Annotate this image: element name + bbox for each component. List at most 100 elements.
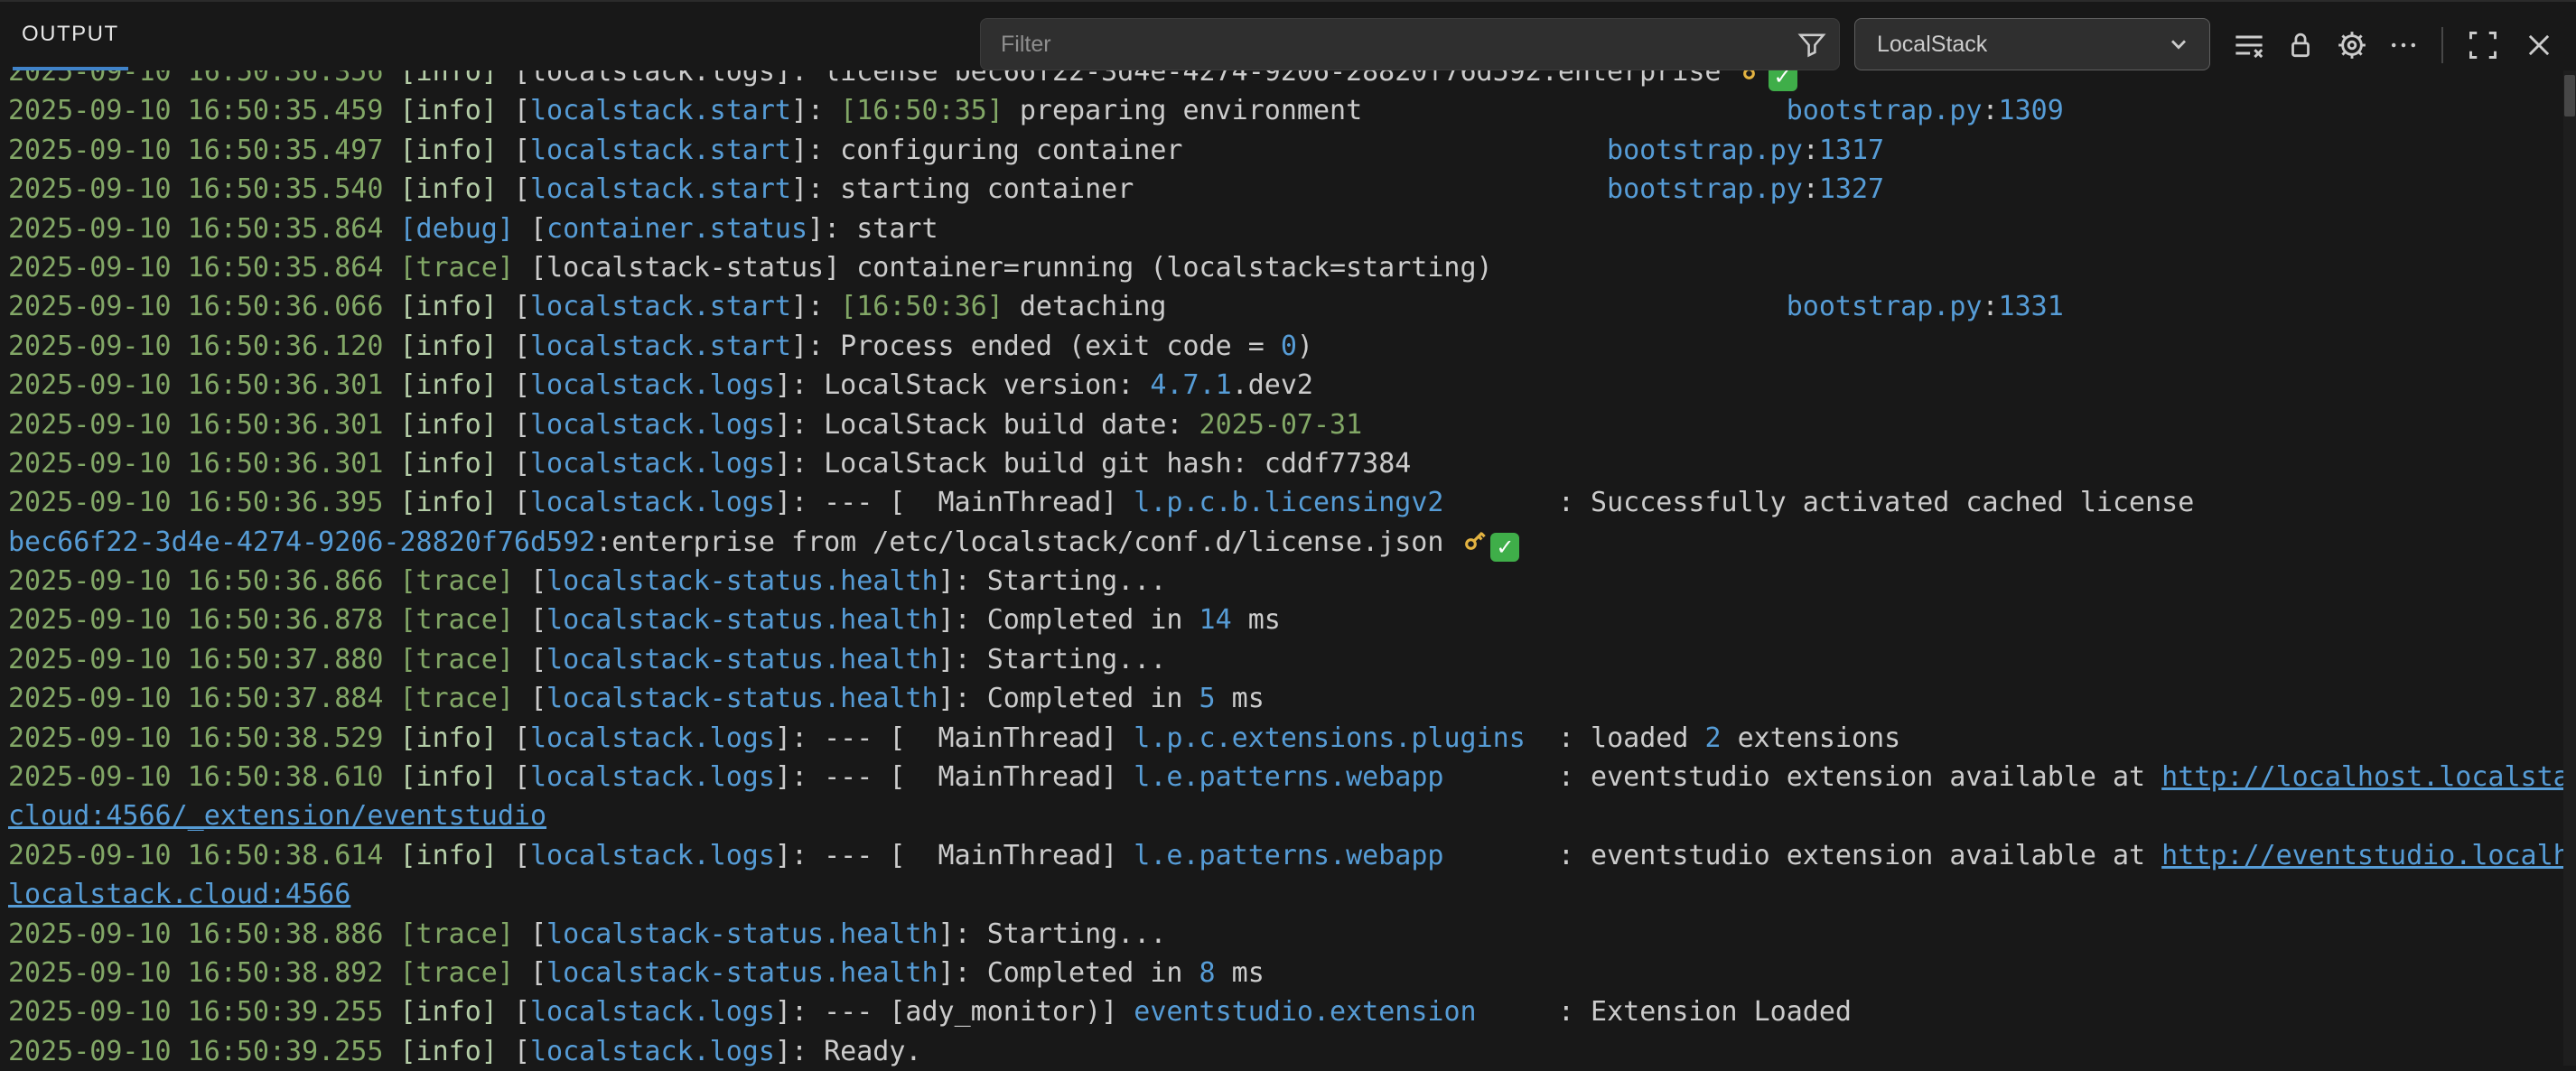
log-segment-blue: l.e.patterns.webapp	[1134, 761, 1443, 793]
log-segment-ts: 2025-09-10 16:50:36.878	[8, 604, 399, 636]
log-segment-url[interactable]: http://eventstudio.localhost.	[2161, 840, 2576, 871]
log-segment-trace: [trace]	[399, 644, 530, 675]
log-segment-file[interactable]: 1327	[1819, 173, 1884, 205]
output-panel: 2025-09-10 16:50:36.356 [info] [localsta…	[0, 0, 2576, 1066]
clear-output-icon	[2233, 29, 2265, 61]
chevron-down-icon	[2161, 26, 2197, 62]
vertical-scrollbar[interactable]	[2563, 70, 2576, 1066]
log-segment-plain: ]: start	[807, 213, 938, 245]
log-line: localstack.cloud:4566	[8, 875, 2563, 914]
log-segment-plain: ms	[1232, 604, 1281, 636]
log-line: 2025-09-10 16:50:36.301 [info] [localsta…	[8, 444, 2563, 483]
close-panel-button[interactable]	[2518, 24, 2560, 66]
log-segment-ts: 2025-09-10 16:50:35.864	[8, 252, 399, 284]
scrollbar-thumb[interactable]	[2564, 75, 2575, 116]
log-segment-plain: ]: Starting...	[938, 644, 1167, 675]
log-line: cloud:4566/_extension/eventstudio	[8, 796, 2563, 835]
log-segment-url[interactable]: http://localhost.localstack.	[2161, 761, 2576, 793]
log-segment-info: [info]	[399, 409, 513, 441]
log-segment-blue: localstack.logs	[530, 409, 775, 441]
log-segment-plain: [	[514, 1036, 530, 1067]
log-segment-file[interactable]: 1331	[1999, 291, 2064, 322]
log-segment-ts: 2025-09-10 16:50:37.880	[8, 644, 399, 675]
maximize-panel-button[interactable]	[2462, 24, 2504, 66]
log-segment-plain: ]: Starting...	[938, 565, 1167, 597]
log-segment-plain: [	[514, 95, 530, 126]
close-icon	[2523, 29, 2555, 61]
log-segment-ts: 2025-09-10 16:50:35.540	[8, 173, 399, 205]
log-line: 2025-09-10 16:50:35.540 [info] [localsta…	[8, 170, 2563, 209]
log-line: 2025-09-10 16:50:36.395 [info] [localsta…	[8, 483, 2563, 522]
log-segment-trace: [trace]	[399, 957, 530, 989]
log-segment-blue: localstack.start	[530, 331, 791, 362]
log-segment-blue: bec66f22-3d4e-4274-9206-28820f76d592	[8, 526, 595, 558]
log-segment-blue: localstack.logs	[530, 369, 775, 401]
log-segment-plain: [	[514, 369, 530, 401]
log-line: 2025-09-10 16:50:36.066 [info] [localsta…	[8, 287, 2563, 326]
log-segment-ts: 2025-09-10 16:50:38.529	[8, 722, 399, 754]
log-segment-ts: 2025-09-10 16:50:36.301	[8, 369, 399, 401]
log-segment-blue: localstack.start	[530, 291, 791, 322]
log-segment-blue: localstack.start	[530, 95, 791, 126]
tab-output[interactable]: OUTPUT	[13, 2, 128, 70]
log-segment-num: 5	[1199, 683, 1216, 714]
log-segment-plain: )	[1297, 331, 1313, 362]
log-segment-file[interactable]: 1309	[1999, 95, 2064, 126]
log-line: bec66f22-3d4e-4274-9206-28820f76d592:ent…	[8, 523, 2563, 562]
log-line: 2025-09-10 16:50:35.864 [debug] [contain…	[8, 210, 2563, 248]
log-segment-file[interactable]: bootstrap.py	[1607, 173, 1803, 205]
log-segment-plain: [	[514, 487, 530, 518]
log-segment-file[interactable]: bootstrap.py	[1607, 135, 1803, 166]
settings-button[interactable]	[2331, 24, 2373, 66]
log-segment-plain: ]: starting container	[791, 173, 1607, 205]
log-line: 2025-09-10 16:50:37.880 [trace] [localst…	[8, 640, 2563, 679]
log-line: 2025-09-10 16:50:36.866 [trace] [localst…	[8, 562, 2563, 601]
log-segment-plain: [	[530, 213, 546, 245]
log-line: 2025-09-10 16:50:36.301 [info] [localsta…	[8, 405, 2563, 444]
log-segment-plain: ]: --- [ady_monitor)]	[775, 996, 1134, 1028]
log-segment-plain: [	[514, 761, 530, 793]
filter-input[interactable]	[981, 32, 1792, 58]
log-segment-ts: 2025-09-10 16:50:35.864	[8, 213, 399, 245]
log-segment-url[interactable]: cloud:4566/_extension/eventstudio	[8, 800, 546, 832]
log-segment-info: [info]	[399, 331, 513, 362]
log-segment-plain: [	[530, 683, 546, 714]
channel-dropdown[interactable]: LocalStack	[1854, 18, 2210, 70]
log-segment-plain: ]: --- [ MainThread]	[775, 761, 1134, 793]
log-segment-file[interactable]: bootstrap.py	[1787, 95, 1983, 126]
log-segment-plain: :	[1803, 135, 1819, 166]
log-segment-info: [info]	[399, 135, 513, 166]
log-segment-plain: ]: Completed in	[938, 683, 1199, 714]
log-segment-plain: [	[514, 840, 530, 871]
log-segment-file[interactable]: 1317	[1819, 135, 1884, 166]
log-segment-plain: [	[530, 604, 546, 636]
log-segment-plain: : eventstudio extension available at	[1443, 840, 2161, 871]
log-line: 2025-09-10 16:50:38.610 [info] [localsta…	[8, 758, 2563, 796]
log-segment-plain: [localstack-status] container=running (l…	[530, 252, 1493, 284]
log-segment-plain: ms	[1216, 683, 1265, 714]
log-segment-trace: [trace]	[399, 604, 530, 636]
log-segment-blue: localstack.logs	[530, 1036, 775, 1067]
log-segment-plain: [	[514, 173, 530, 205]
log-segment-info: [info]	[399, 996, 513, 1028]
log-segment-blue: localstack-status.health	[546, 683, 938, 714]
log-segment-file[interactable]: bootstrap.py	[1787, 291, 1983, 322]
log-segment-ts: 2025-09-10 16:50:36.301	[8, 409, 399, 441]
log-segment-blue: localstack-status.health	[546, 565, 938, 597]
log-segment-ts: 2025-09-10 16:50:39.255	[8, 1036, 399, 1067]
log-line: 2025-09-10 16:50:36.878 [trace] [localst…	[8, 601, 2563, 639]
more-actions-button[interactable]	[2383, 24, 2424, 66]
log-segment-plain: : Extension Loaded	[1477, 996, 1852, 1028]
maximize-panel-icon	[2467, 29, 2499, 61]
log-segment-debug: [debug]	[399, 213, 530, 245]
log-segment-ts: 2025-09-10 16:50:37.884	[8, 683, 399, 714]
log-segment-plain: ]: LocalStack build git hash: cddf77384	[775, 448, 1411, 480]
log-segment-url[interactable]: localstack.cloud:4566	[8, 879, 350, 910]
clear-output-button[interactable]	[2228, 24, 2270, 66]
log-segment-num: 14	[1199, 604, 1232, 636]
auto-scroll-lock-button[interactable]	[2280, 24, 2321, 66]
log-segment-plain: [	[514, 996, 530, 1028]
channel-dropdown-value: LocalStack	[1855, 32, 2161, 58]
log-line: 2025-09-10 16:50:35.497 [info] [localsta…	[8, 131, 2563, 170]
log-segment-blue: l.p.c.extensions.plugins	[1134, 722, 1525, 754]
